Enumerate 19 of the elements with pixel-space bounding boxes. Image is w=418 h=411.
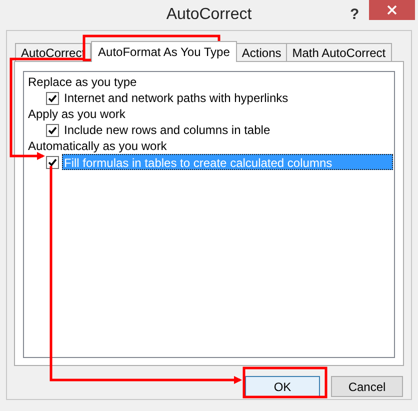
dialog-button[interactable]: Cancel	[331, 376, 403, 397]
checkbox[interactable]	[46, 156, 59, 168]
dialog-button[interactable]: OK	[245, 376, 320, 397]
section-heading: Replace as you type	[27, 74, 138, 90]
tab[interactable]: Math AutoCorrect	[286, 43, 392, 61]
section-heading: Apply as you work	[27, 106, 126, 122]
help-button[interactable]: ?	[348, 4, 362, 26]
close-button[interactable]	[369, 0, 415, 20]
option-label[interactable]: Internet and network paths with hyperlinks	[62, 90, 290, 106]
checkmark-icon	[48, 158, 57, 166]
window-title: AutoCorrect	[166, 5, 252, 25]
checkmark-icon	[48, 94, 57, 102]
option-label[interactable]: Include new rows and columns in table	[62, 122, 272, 138]
checkbox[interactable]	[46, 92, 59, 104]
checkmark-icon	[48, 126, 57, 134]
tab[interactable]: AutoFormat As You Type	[91, 41, 237, 62]
close-icon	[387, 5, 397, 15]
checkbox[interactable]	[46, 124, 59, 136]
section-heading: Automatically as you work	[27, 138, 168, 154]
